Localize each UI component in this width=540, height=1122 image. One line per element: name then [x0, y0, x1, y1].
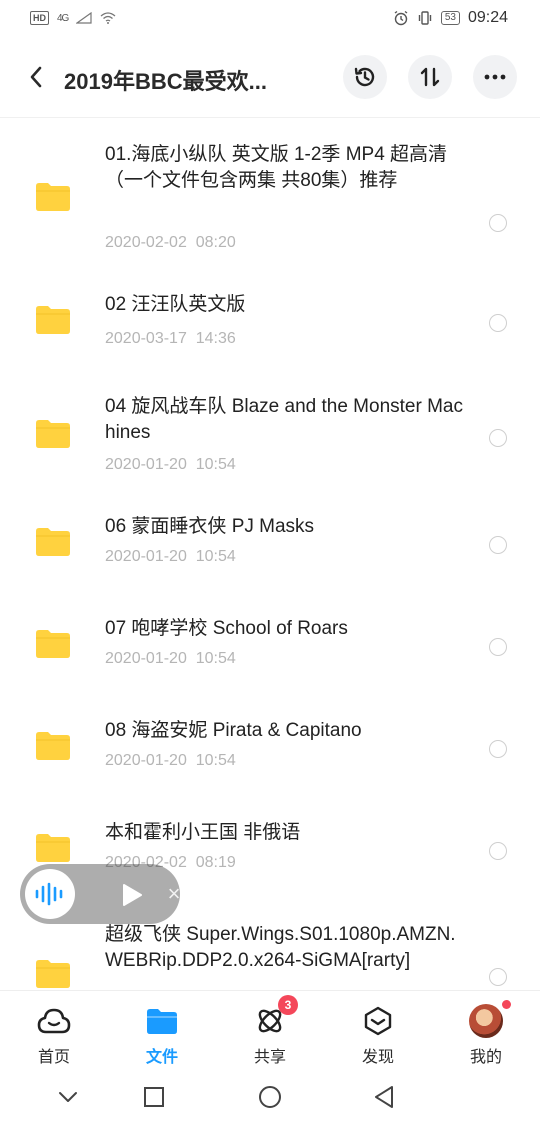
battery-icon: 53 — [440, 11, 460, 25]
file-name: 06 蒙面睡衣侠 PJ Masks — [105, 516, 315, 537]
alarm-icon — [394, 10, 408, 26]
triangle-back-icon — [375, 1086, 393, 1108]
folder-icon — [144, 1003, 180, 1039]
folder-icon — [36, 306, 70, 334]
nav-label: 我的 — [469, 1049, 502, 1066]
list-item[interactable]: 超级飞侠 Super.Wings.S01.1080p.AMZN.WEBRip.D… — [0, 922, 540, 988]
notification-badge: 3 — [278, 995, 298, 1015]
list-item[interactable]: 08 海盗安妮 Pirata & Capitano 2020-01-20 10:… — [0, 718, 540, 778]
home-cloud-icon — [36, 1003, 72, 1039]
folder-icon — [36, 834, 70, 862]
signal-icon — [76, 12, 92, 24]
nav-files[interactable]: 文件 — [122, 1003, 202, 1066]
header: 2019年BBC最受欢... — [0, 44, 540, 110]
folder-icon — [36, 630, 70, 658]
nav-home[interactable]: 首页 — [14, 1003, 94, 1066]
status-left: HD 4G — [30, 11, 116, 25]
file-name: 07 咆哮学校 School of Roars — [105, 618, 348, 639]
file-name: 本和霍利小王国 非俄语 — [105, 822, 301, 843]
file-date: 2020-01-20 10:54 — [105, 456, 236, 473]
play-button[interactable] — [118, 881, 146, 909]
status-bar: HD 4G 53 09:24 — [0, 0, 540, 36]
history-button[interactable] — [343, 55, 387, 99]
nav-discover[interactable]: 发现 — [338, 1003, 418, 1066]
file-date: 2020-01-20 10:54 — [105, 548, 236, 565]
file-date: 2020-01-20 10:54 — [105, 650, 236, 667]
select-radio[interactable] — [489, 638, 507, 656]
folder-icon — [36, 183, 70, 211]
status-right: 53 09:24 — [393, 9, 508, 27]
home-button[interactable] — [257, 1084, 283, 1110]
file-list[interactable]: 01.海底小纵队 英文版 1-2季 MP4 超高清（一个文件包含两集 共80集）… — [0, 118, 540, 988]
notification-dot — [502, 1000, 511, 1009]
select-radio[interactable] — [489, 740, 507, 758]
system-nav-bar — [0, 1070, 540, 1122]
floating-audio-player[interactable]: × — [20, 864, 180, 924]
play-icon — [123, 884, 142, 906]
nav-label: 发现 — [361, 1049, 394, 1066]
vibrate-icon — [418, 11, 432, 25]
folder-icon — [36, 732, 70, 760]
folder-icon — [36, 528, 70, 556]
list-item[interactable]: 02 汪汪队英文版 2020-03-17 14:36 — [0, 292, 540, 352]
circle-icon — [259, 1086, 281, 1108]
share-atom-icon: 3 — [252, 995, 298, 1039]
file-name: 08 海盗安妮 Pirata & Capitano — [105, 720, 362, 741]
nav-label: 首页 — [37, 1049, 70, 1066]
select-radio[interactable] — [489, 429, 507, 447]
select-radio[interactable] — [489, 842, 507, 860]
list-item[interactable]: 06 蒙面睡衣侠 PJ Masks 2020-01-20 10:54 — [0, 514, 540, 574]
list-item[interactable]: 07 咆哮学校 School of Roars 2020-01-20 10:54 — [0, 616, 540, 676]
sort-button[interactable] — [408, 55, 452, 99]
avatar-image — [469, 1000, 511, 1038]
file-name: 01.海底小纵队 英文版 1-2季 MP4 超高清（一个文件包含两集 共80集）… — [105, 144, 448, 191]
file-name: 超级飞侠 Super.Wings.S01.1080p.AMZN.WEBRip.D… — [105, 924, 456, 971]
file-name: 04 旋风战车队 Blaze and the Monster Machines — [105, 396, 463, 443]
select-radio[interactable] — [489, 314, 507, 332]
file-date: 2020-02-02 08:20 — [105, 234, 236, 251]
list-item[interactable]: 01.海底小纵队 英文版 1-2季 MP4 超高清（一个文件包含两集 共80集）… — [0, 140, 540, 262]
hide-nav-button[interactable] — [55, 1084, 81, 1110]
select-radio[interactable] — [489, 214, 507, 232]
select-radio[interactable] — [489, 968, 507, 986]
list-item[interactable]: 04 旋风战车队 Blaze and the Monster Machines … — [0, 394, 540, 478]
history-icon — [354, 67, 375, 87]
close-player-button[interactable]: × — [162, 881, 186, 907]
select-radio[interactable] — [489, 536, 507, 554]
hd-icon: HD — [30, 11, 49, 25]
discover-box-icon — [360, 1003, 396, 1039]
square-icon — [144, 1087, 164, 1107]
back-system-button[interactable] — [371, 1084, 397, 1110]
page-title: 2019年BBC最受欢... — [64, 69, 267, 94]
sound-wave-icon — [35, 882, 63, 906]
nav-share[interactable]: 3 共享 — [230, 995, 310, 1066]
back-button[interactable] — [20, 57, 52, 97]
nav-profile[interactable]: 我的 — [446, 1000, 526, 1066]
chevron-left-icon — [30, 66, 42, 88]
folder-icon — [36, 420, 70, 448]
file-date: 2020-03-17 14:36 — [105, 330, 236, 347]
file-name: 02 汪汪队英文版 — [105, 294, 246, 315]
wifi-icon — [100, 12, 116, 24]
more-icon — [484, 74, 506, 80]
file-date: 2020-01-20 10:54 — [105, 752, 236, 769]
audio-wave-button[interactable] — [25, 869, 75, 919]
chevron-down-icon — [59, 1092, 77, 1102]
sort-icon — [420, 67, 440, 87]
network-type: 4G — [57, 12, 69, 24]
bottom-nav: 首页 文件 3 共享 发现 我的 — [0, 990, 540, 1068]
avatar — [468, 1000, 511, 1039]
recent-apps-button[interactable] — [141, 1084, 167, 1110]
folder-icon — [36, 960, 70, 988]
nav-label: 文件 — [145, 1049, 178, 1066]
more-button[interactable] — [473, 55, 517, 99]
clock: 09:24 — [467, 9, 508, 26]
nav-label: 共享 — [253, 1049, 286, 1066]
